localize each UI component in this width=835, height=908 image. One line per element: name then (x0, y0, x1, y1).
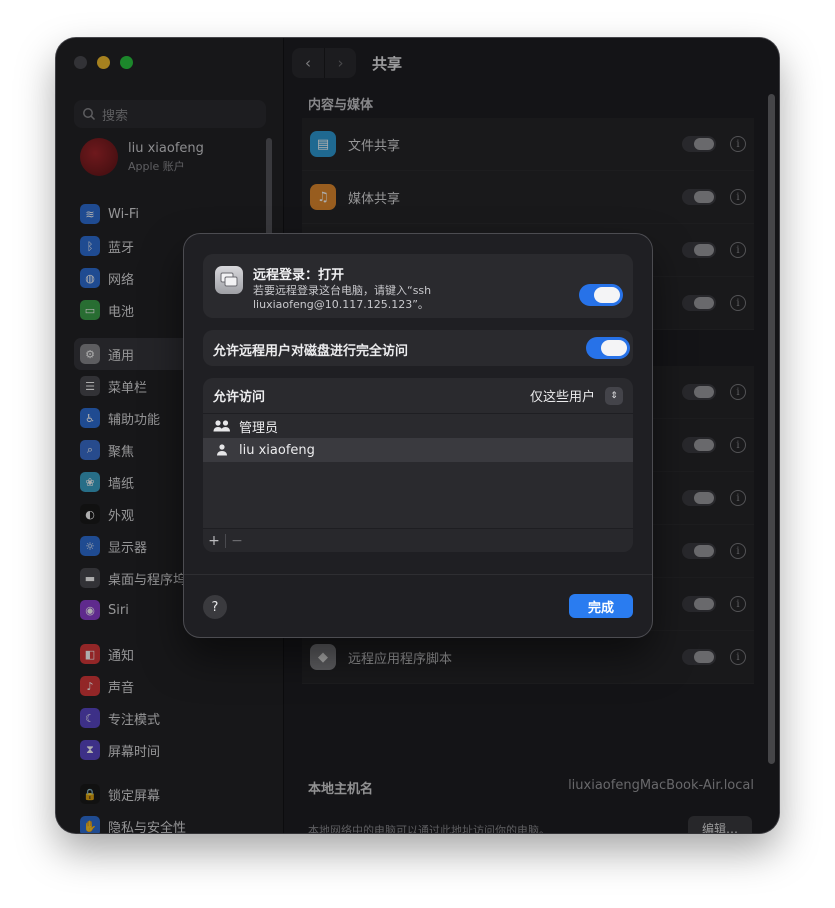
remote-login-card: 远程登录：打开 若要远程登录这台电脑，请键入“ssh liuxiaofeng@1… (203, 254, 633, 318)
access-popup[interactable]: 仅这些用户 ⇕ (530, 386, 623, 405)
remove-user-button[interactable]: − (226, 533, 248, 549)
remote-login-title: 远程登录：打开 (253, 268, 345, 283)
access-label: 允许访问 (213, 390, 266, 405)
disk-access-toggle[interactable] (586, 337, 630, 359)
remote-login-toggle[interactable] (579, 284, 623, 306)
user-row-admins[interactable]: 管理员 (203, 414, 633, 438)
list-footer: + − (203, 528, 633, 552)
disk-access-label: 允许远程用户对磁盘进行完全访问 (213, 344, 409, 359)
person-icon (213, 444, 231, 456)
disk-access-card: 允许远程用户对磁盘进行完全访问 (203, 330, 633, 366)
remote-login-description: 若要远程登录这台电脑，请键入“ssh liuxiaofeng@10.117.12… (253, 284, 432, 311)
access-value: 仅这些用户 (529, 390, 595, 405)
add-user-button[interactable]: + (203, 533, 225, 549)
user-label: liu xiaofeng (239, 442, 315, 458)
help-button[interactable]: ? (203, 595, 227, 619)
remote-login-icon (215, 266, 243, 294)
sheet-divider (184, 574, 652, 575)
remote-login-sheet: 远程登录：打开 若要远程登录这台电脑，请键入“ssh liuxiaofeng@1… (184, 234, 652, 637)
access-header: 允许访问 仅这些用户 ⇕ (203, 378, 633, 414)
updown-chevron-icon: ⇕ (605, 386, 623, 405)
group-icon (213, 420, 231, 432)
user-label: 管理员 (239, 420, 279, 436)
user-row-liu[interactable]: liu xiaofeng (203, 438, 633, 462)
access-card: 允许访问 仅这些用户 ⇕ 管理员 liu xiaofeng + − (203, 378, 633, 552)
done-button[interactable]: 完成 (569, 594, 633, 618)
